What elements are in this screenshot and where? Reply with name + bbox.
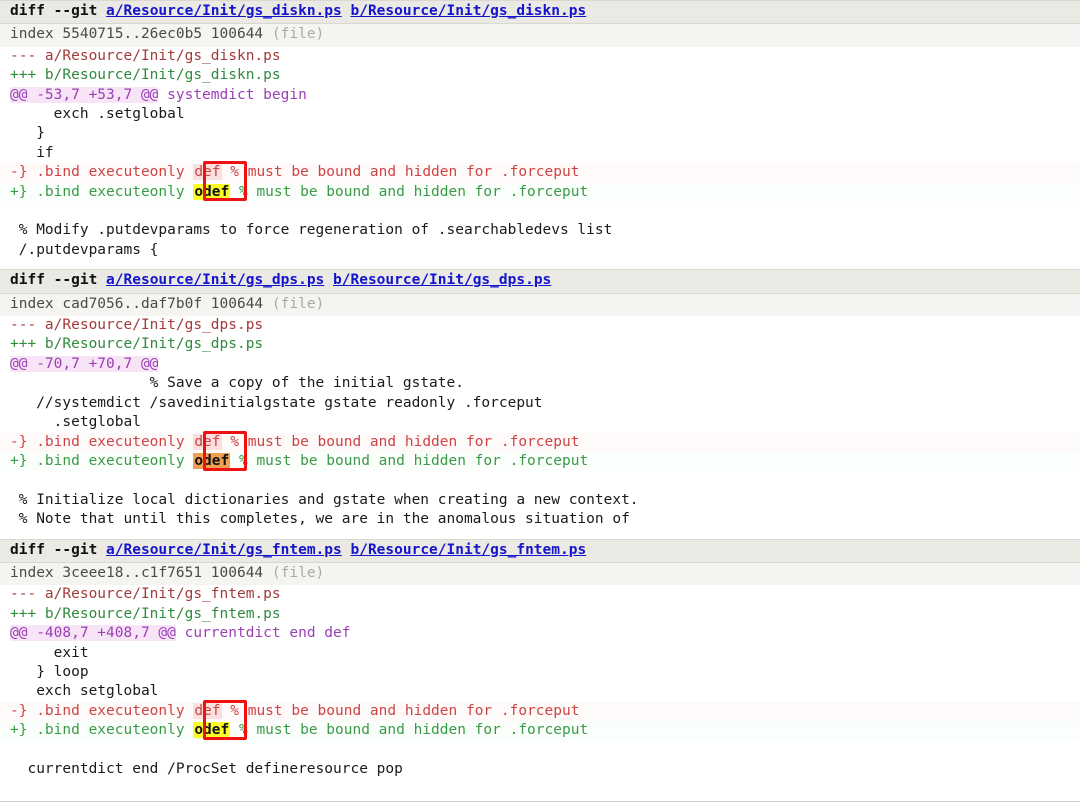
file-path-a-link[interactable]: a/Resource/Init/gs_diskn.ps xyxy=(106,3,342,19)
context-line: //systemdict /savedinitialgstate gstate … xyxy=(10,394,543,411)
new-file-line: +++ b/Resource/Init/gs_diskn.ps xyxy=(10,67,281,84)
added-line-suffix: % must be bound and hidden for .forceput xyxy=(230,183,589,200)
new-file-line: +++ b/Resource/Init/gs_dps.ps xyxy=(10,336,264,353)
index-hashes: index 3ceee18..c1f7651 100644 xyxy=(10,564,264,581)
removed-line-prefix: -} .bind executeonly xyxy=(10,433,194,450)
context-line: % Save a copy of the initial gstate. xyxy=(10,375,464,392)
context-line: if xyxy=(10,144,54,161)
context-line: .setglobal xyxy=(10,414,141,431)
hunk-header: @@ -70,7 +70,7 @@ xyxy=(0,355,1080,374)
context-line: % Modify .putdevparams to force regenera… xyxy=(10,222,613,239)
hunk-range: @@ -408,7 +408,7 @@ xyxy=(10,625,176,642)
hunk-header: @@ -53,7 +53,7 @@ systemdict begin xyxy=(0,86,1080,105)
added-word-highlight: odef xyxy=(193,183,231,200)
file-header: diff --git a/Resource/Init/gs_dps.ps b/R… xyxy=(0,269,1080,294)
added-line-suffix: % must be bound and hidden for .forceput xyxy=(230,722,589,739)
hunk-range: @@ -53,7 +53,7 @@ xyxy=(10,86,159,103)
added-line: +} .bind executeonly odef % must be boun… xyxy=(0,182,1080,203)
diff-file-block: diff --git a/Resource/Init/gs_dps.ps b/R… xyxy=(0,269,1080,529)
removed-line-suffix: % must be bound and hidden for .forceput xyxy=(221,433,580,450)
hunk-range: @@ -70,7 +70,7 @@ xyxy=(10,355,159,372)
removed-word-highlight: def xyxy=(193,702,222,719)
index-line: index cad7056..daf7b0f 100644 (file) xyxy=(0,293,1080,317)
index-note: (file) xyxy=(271,295,325,312)
added-line-prefix: +} .bind executeonly xyxy=(10,722,194,739)
diff-command-label: diff --git xyxy=(10,272,98,289)
removed-line-suffix: % must be bound and hidden for .forceput xyxy=(221,702,580,719)
new-file-line: +++ b/Resource/Init/gs_fntem.ps xyxy=(10,605,281,622)
hunk-header: @@ -408,7 +408,7 @@ currentdict end def xyxy=(0,624,1080,643)
removed-word-highlight: def xyxy=(193,433,222,450)
file-path-a-link[interactable]: a/Resource/Init/gs_fntem.ps xyxy=(106,542,342,558)
context-line: currentdict end /ProcSet defineresource … xyxy=(10,760,403,777)
file-header: diff --git a/Resource/Init/gs_fntem.ps b… xyxy=(0,538,1080,563)
added-line-prefix: +} .bind executeonly xyxy=(10,183,194,200)
file-path-b-link[interactable]: b/Resource/Init/gs_fntem.ps xyxy=(350,542,586,558)
annotated-change-pair: -} .bind executeonly def % must be bound… xyxy=(0,161,1080,203)
added-line: +} .bind executeonly odef % must be boun… xyxy=(0,721,1080,741)
context-line: exch .setglobal xyxy=(10,106,185,123)
index-note: (file) xyxy=(271,564,325,581)
added-line-prefix: +} .bind executeonly xyxy=(10,452,194,469)
file-header: diff --git a/Resource/Init/gs_diskn.ps b… xyxy=(0,0,1080,25)
diff-file-block: diff --git a/Resource/Init/gs_diskn.ps b… xyxy=(0,0,1080,260)
diff-command-label: diff --git xyxy=(10,541,98,558)
index-note: (file) xyxy=(271,26,325,43)
index-line: index 5540715..26ec0b5 100644 (file) xyxy=(0,24,1080,47)
added-word-highlight: odef xyxy=(193,452,231,469)
removed-line-suffix: % must be bound and hidden for .forceput xyxy=(221,164,580,181)
old-file-line: --- a/Resource/Init/gs_dps.ps xyxy=(10,317,264,334)
annotated-change-pair: -} .bind executeonly def % must be bound… xyxy=(0,430,1080,472)
removed-word-highlight: def xyxy=(193,164,222,181)
added-word-highlight: odef xyxy=(193,722,231,739)
removed-line-prefix: -} .bind executeonly xyxy=(10,164,194,181)
file-path-a-link[interactable]: a/Resource/Init/gs_dps.ps xyxy=(106,272,324,288)
file-path-b-link[interactable]: b/Resource/Init/gs_diskn.ps xyxy=(350,3,586,19)
old-file-line: --- a/Resource/Init/gs_fntem.ps xyxy=(10,586,281,603)
git-diff-view: diff --git a/Resource/Init/gs_diskn.ps b… xyxy=(0,0,1080,802)
context-line: } loop xyxy=(10,663,89,680)
context-line: exch setglobal xyxy=(10,683,159,700)
file-path-b-link[interactable]: b/Resource/Init/gs_dps.ps xyxy=(333,272,551,288)
index-hashes: index cad7056..daf7b0f 100644 xyxy=(10,295,264,312)
context-line: } xyxy=(10,125,45,142)
context-line: /.putdevparams { xyxy=(10,241,159,258)
context-line: exit xyxy=(10,644,89,661)
annotated-change-pair: -} .bind executeonly def % must be bound… xyxy=(0,699,1080,741)
removed-line: -} .bind executeonly def % must be bound… xyxy=(0,163,1080,183)
index-hashes: index 5540715..26ec0b5 100644 xyxy=(10,26,264,43)
added-line-suffix: % must be bound and hidden for .forceput xyxy=(230,452,589,469)
old-file-line: --- a/Resource/Init/gs_diskn.ps xyxy=(10,47,281,64)
hunk-context: currentdict end def xyxy=(175,625,351,642)
index-line: index 3ceee18..c1f7651 100644 (file) xyxy=(0,562,1080,586)
context-line: % Initialize local dictionaries and gsta… xyxy=(10,491,639,508)
removed-line-prefix: -} .bind executeonly xyxy=(10,702,194,719)
context-line: % Note that until this completes, we are… xyxy=(10,511,630,528)
hunk-context: systemdict begin xyxy=(158,86,307,103)
diff-file-block: diff --git a/Resource/Init/gs_fntem.ps b… xyxy=(0,538,1080,780)
diff-command-label: diff --git xyxy=(10,3,98,19)
added-line: +} .bind executeonly odef % must be boun… xyxy=(0,451,1080,472)
removed-line: -} .bind executeonly def % must be bound… xyxy=(0,432,1080,452)
removed-line: -} .bind executeonly def % must be bound… xyxy=(0,701,1080,722)
